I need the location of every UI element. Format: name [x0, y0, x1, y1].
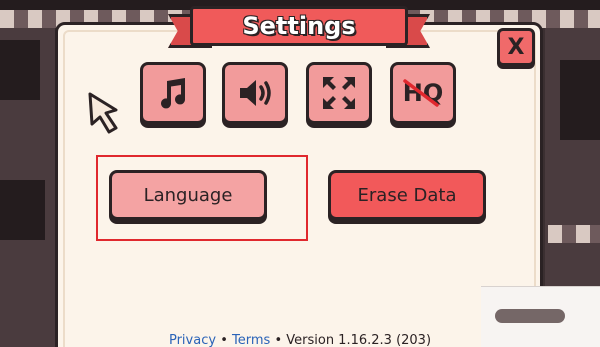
privacy-link[interactable]: Privacy — [169, 333, 216, 347]
language-button[interactable]: Language — [109, 170, 267, 220]
erase-data-button-label: Erase Data — [357, 184, 457, 206]
music-toggle-button[interactable] — [140, 62, 206, 124]
speaker-icon — [240, 80, 271, 106]
close-button[interactable]: X — [497, 28, 535, 66]
close-icon: X — [507, 34, 525, 60]
version-text: Version 1.16.2.3 (203) — [286, 333, 432, 347]
fullscreen-toggle-button[interactable] — [306, 62, 372, 124]
sound-toggle-button[interactable] — [222, 62, 288, 124]
terms-link[interactable]: Terms — [232, 333, 270, 347]
settings-title: Settings — [242, 12, 356, 40]
erase-data-button[interactable]: Erase Data — [328, 170, 486, 220]
corner-overlay — [481, 286, 600, 347]
footer-separator: • — [274, 333, 283, 347]
hq-toggle-button[interactable]: HQ — [390, 62, 456, 124]
hq-crossed-icon: HQ — [403, 79, 444, 107]
music-note-icon — [161, 78, 186, 109]
footer-separator: • — [220, 333, 228, 347]
pointer-cursor-icon — [88, 92, 118, 134]
language-button-label: Language — [143, 184, 233, 206]
footer: Privacy • Terms • Version 1.16.2.3 (203) — [120, 333, 480, 347]
title-ribbon: Settings — [190, 6, 408, 46]
fullscreen-arrows-icon — [323, 77, 355, 109]
